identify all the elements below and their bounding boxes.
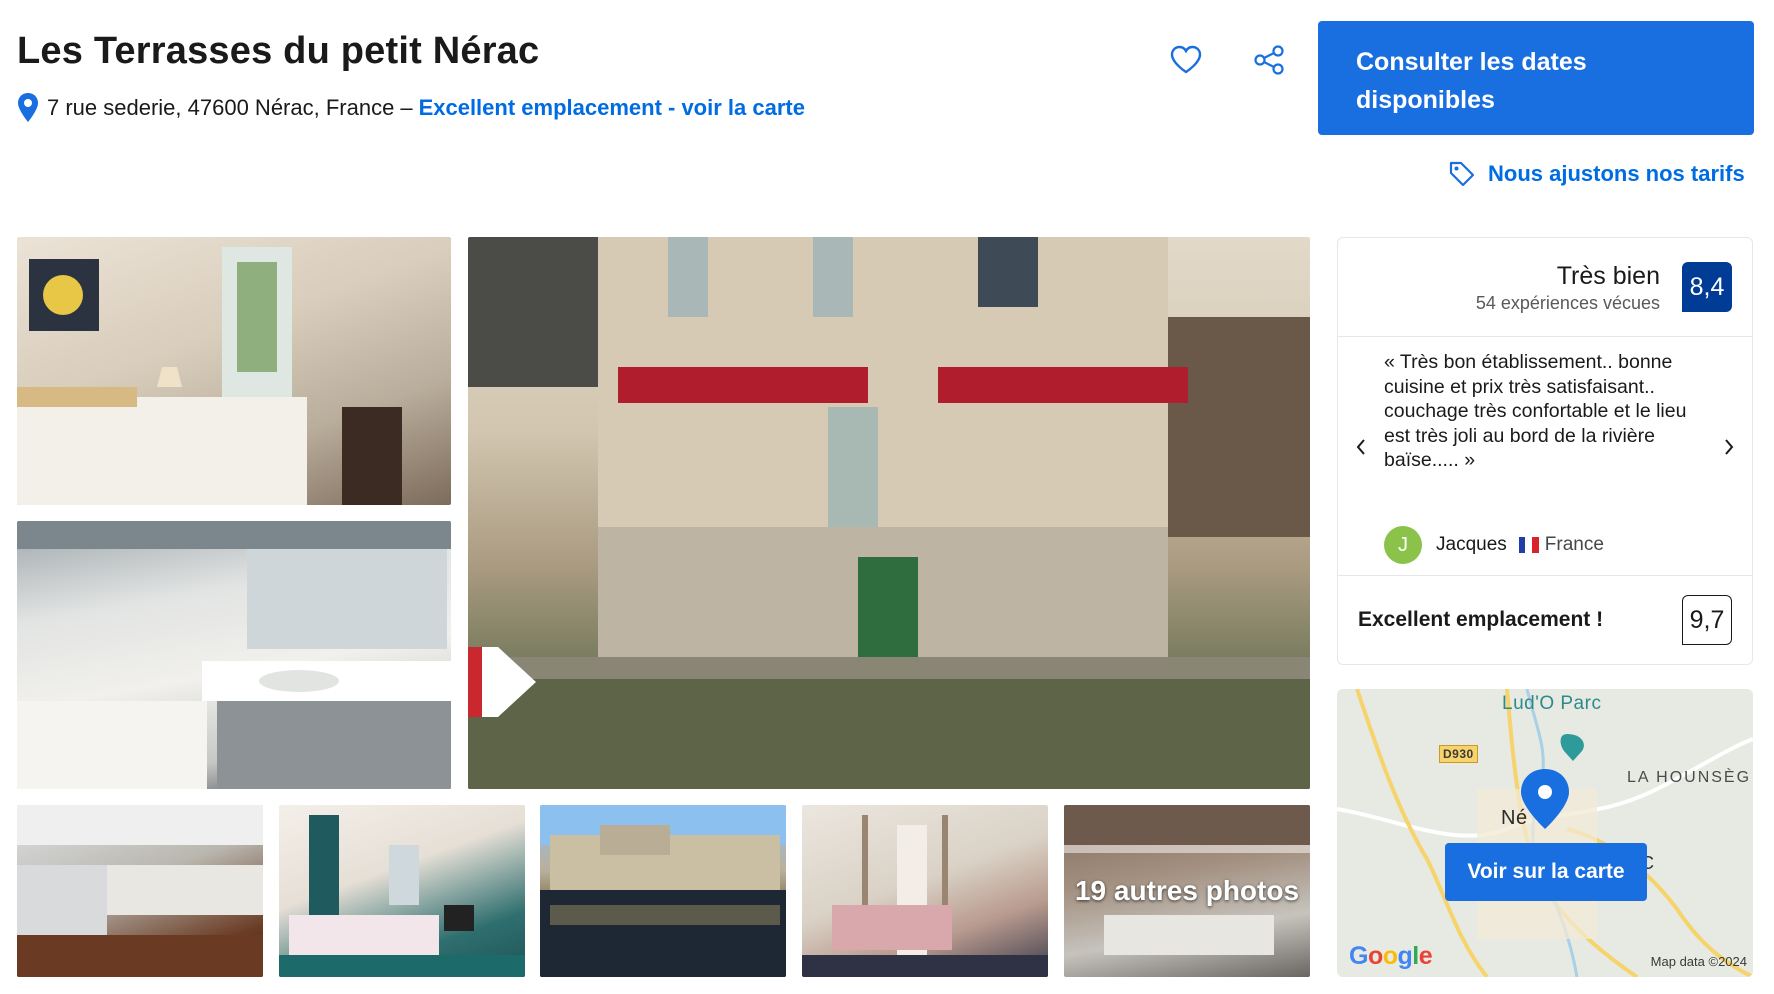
map-label-road: D930 <box>1439 745 1478 763</box>
map-preview[interactable]: Lud'O Parc D930 LA HOUNSÈG Né C Voir sur… <box>1337 689 1753 977</box>
photo-bedroom-image <box>17 247 402 505</box>
address-text: 7 rue sederie, 47600 Nérac, France <box>47 95 395 120</box>
photo-kitchen[interactable] <box>17 805 263 977</box>
photo-canopy-image <box>802 815 1048 977</box>
reviewer-info: J Jacques France <box>1384 526 1604 564</box>
map-graphic <box>1337 689 1753 977</box>
reviewer-country: France <box>1544 534 1604 555</box>
reviewer-name: Jacques <box>1436 534 1507 555</box>
location-score-label: Excellent emplacement ! <box>1358 608 1604 631</box>
map-label-parc: Lud'O Parc <box>1502 693 1602 714</box>
photo-bedroom-2[interactable] <box>279 805 525 977</box>
view-map-button[interactable]: Voir sur la carte <box>1445 843 1647 901</box>
review-count[interactable]: 54 expériences vécues <box>1476 293 1660 314</box>
heart-icon <box>1170 45 1202 74</box>
map-label-town: Né <box>1501 807 1528 829</box>
price-note-label: Nous ajustons nos tarifs <box>1488 161 1745 186</box>
france-flag-icon <box>1518 537 1539 553</box>
photo-bathroom-image <box>17 521 451 789</box>
favorite-button[interactable] <box>1164 40 1208 80</box>
score-word: Très bien <box>1556 262 1660 290</box>
more-photos-label: 19 autres photos <box>1074 875 1300 906</box>
property-title: Les Terrasses du petit Nérac <box>17 30 540 72</box>
photo-canopy-bed[interactable] <box>802 805 1048 977</box>
share-button[interactable] <box>1247 40 1291 80</box>
score-heading: Très bien 54 expériences vécues <box>1476 262 1660 314</box>
price-tag-icon <box>1449 161 1475 187</box>
review-summary-card: Très bien 54 expériences vécues 8,4 « Tr… <box>1337 237 1753 665</box>
address-row: 7 rue sederie, 47600 Nérac, France – Exc… <box>17 92 805 124</box>
photo-building-facade[interactable] <box>468 237 1310 789</box>
google-logo: Google <box>1349 942 1433 970</box>
review-quote: « Très bon établissement.. bonne cuisine… <box>1384 351 1687 471</box>
price-adjust-link[interactable]: Nous ajustons nos tarifs <box>1448 160 1745 188</box>
address-separator: – <box>400 95 413 120</box>
photo-river-view[interactable] <box>540 805 786 977</box>
map-attribution: Map data ©2024 <box>1650 954 1747 969</box>
share-icon <box>1254 45 1284 75</box>
next-review-button[interactable] <box>1716 434 1742 460</box>
avatar: J <box>1384 526 1422 564</box>
photo-bedroom[interactable] <box>17 237 451 505</box>
photo-river-image <box>540 805 786 977</box>
photo-bathroom[interactable] <box>17 521 451 789</box>
photo-kitchen-image <box>17 805 263 977</box>
pin-icon <box>18 93 38 122</box>
score-badge[interactable]: 8,4 <box>1682 262 1732 312</box>
chevron-left-icon <box>1356 439 1365 455</box>
map-label-area: LA HOUNSÈG <box>1627 769 1752 786</box>
location-map-link[interactable]: Excellent emplacement - voir la carte <box>419 95 805 121</box>
chevron-right-icon <box>1725 439 1734 455</box>
photo-facade-image <box>468 237 1310 789</box>
card-divider <box>1338 336 1752 337</box>
check-availability-button[interactable]: Consulter les dates disponibles <box>1318 21 1754 135</box>
location-score-badge: 9,7 <box>1682 595 1732 645</box>
card-divider <box>1338 575 1752 576</box>
photo-bedroom2-image <box>279 815 525 977</box>
previous-review-button[interactable] <box>1348 434 1374 460</box>
photo-more-gallery[interactable]: 19 autres photos <box>1064 805 1310 977</box>
